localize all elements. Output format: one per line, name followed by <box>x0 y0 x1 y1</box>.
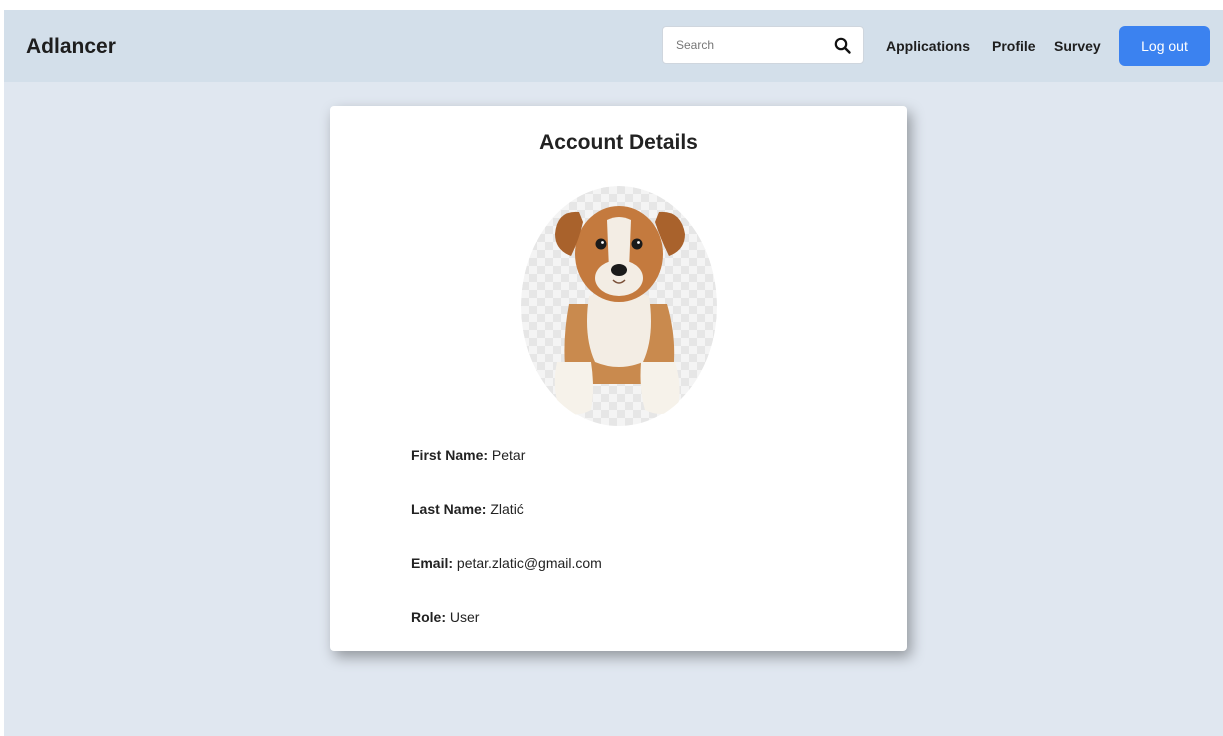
search-input[interactable] <box>664 28 814 62</box>
page-title: Account Details <box>539 131 698 154</box>
navbar: Adlancer Applications Profile Survey Log… <box>4 10 1223 82</box>
email-label: Email: <box>411 555 454 571</box>
first-name-label: First Name: <box>411 447 489 463</box>
account-details-card: Account Details First Name: Petar Last N… <box>330 106 907 651</box>
role-value: User <box>449 609 480 625</box>
last-name-value: Zlatić <box>490 501 524 517</box>
puppy-avatar-icon <box>521 186 717 427</box>
search-icon[interactable] <box>833 36 853 56</box>
last-name-row: Last Name: Zlatić <box>411 501 524 517</box>
app-container: Adlancer Applications Profile Survey Log… <box>4 10 1223 736</box>
email-value: petar.zlatic@gmail.com <box>456 555 602 571</box>
role-label: Role: <box>411 609 446 625</box>
search-box <box>662 26 864 64</box>
first-name-row: First Name: Petar <box>411 447 525 463</box>
nav-link-applications[interactable]: Applications <box>886 38 970 54</box>
nav-link-survey[interactable]: Survey <box>1054 38 1101 54</box>
email-row: Email: petar.zlatic@gmail.com <box>411 555 602 571</box>
role-row: Role: User <box>411 609 479 625</box>
nav-link-profile[interactable]: Profile <box>992 38 1036 54</box>
last-name-label: Last Name: <box>411 501 487 517</box>
brand-logo[interactable]: Adlancer <box>26 35 116 59</box>
first-name-value: Petar <box>491 447 526 463</box>
logout-button[interactable]: Log out <box>1119 26 1210 66</box>
